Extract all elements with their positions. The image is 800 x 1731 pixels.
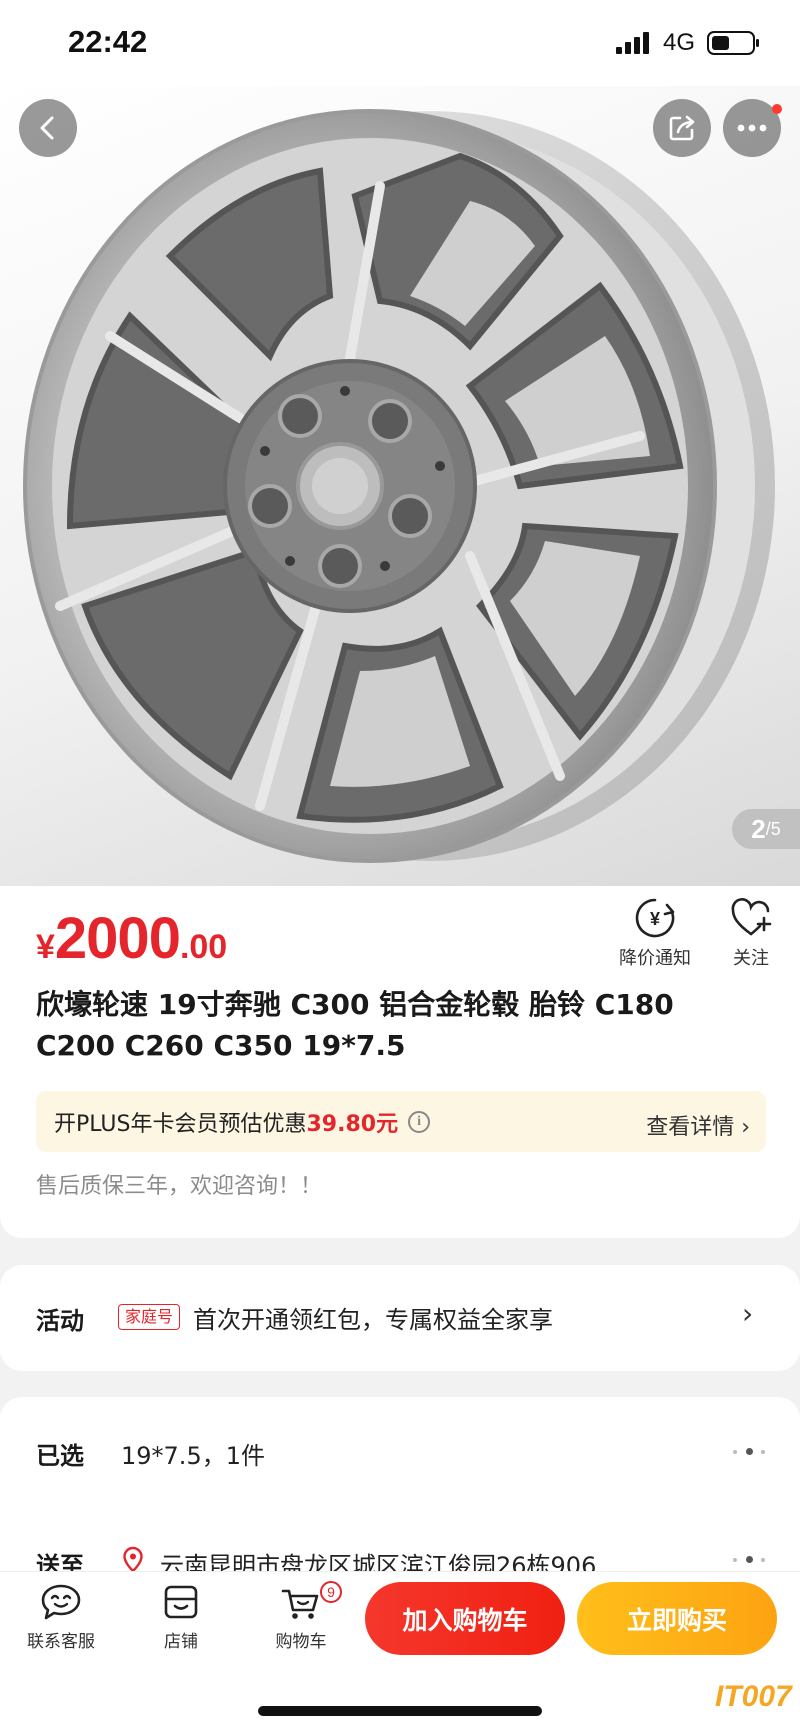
network-label: 4G [663, 29, 696, 56]
selected-more-icon[interactable] [733, 1448, 767, 1456]
price-currency: ¥ [36, 928, 55, 966]
cart-icon [281, 1589, 319, 1619]
store-label: 店铺 [164, 1632, 198, 1652]
heart-plus-icon [731, 898, 772, 936]
cart-count-badge: 9 [320, 1581, 342, 1603]
back-button[interactable] [19, 99, 77, 157]
location-pin-icon [123, 1546, 143, 1573]
battery-icon [707, 31, 759, 55]
price-drop-icon: ¥ [635, 898, 675, 938]
family-badge: 家庭号 [118, 1304, 181, 1330]
customer-service-label: 联系客服 [27, 1632, 95, 1652]
add-to-cart-button[interactable]: 加入购物车 [365, 1582, 565, 1655]
buy-now-button[interactable]: 立即购买 [577, 1582, 777, 1655]
watermark-logo: IT007 [715, 1680, 792, 1713]
more-dots-icon [737, 124, 767, 132]
product-title: 欣壕轮速 19寸奔驰 C300 铝合金轮毂 胎铃 C180 C200 C260 … [36, 988, 674, 1062]
product-detail-page: 22:42 4G 2 /5 ¥2000.00 ¥ 降价通知 关注 欣壕轮速 19… [0, 0, 800, 1731]
customer-service-tab[interactable]: 联系客服 [22, 1583, 100, 1652]
activity-text: 首次开通领红包，专属权益全家享 [193, 1306, 553, 1334]
price-decimal: .00 [179, 928, 228, 966]
price-alert-button[interactable]: ¥ 降价通知 [618, 896, 692, 970]
product-image-gallery[interactable] [0, 86, 800, 886]
ship-more-icon[interactable] [733, 1556, 767, 1564]
plus-member-banner[interactable]: 开PLUS年卡会员预估优惠 39.80元 i 查看详情 › [36, 1091, 766, 1152]
store-tab[interactable]: 店铺 [142, 1583, 220, 1652]
image-counter-total: /5 [765, 818, 781, 839]
after-sale-note: 售后质保三年，欢迎咨询！！ [36, 1174, 323, 1199]
price-integer: 2000 [54, 906, 181, 971]
plus-detail-link[interactable]: 查看详情 › [646, 1109, 750, 1141]
chevron-left-icon [40, 116, 54, 140]
cart-icon-wrap: 9 [280, 1581, 342, 1621]
selected-value[interactable]: 19*7.5，1件 [121, 1436, 265, 1471]
cart-tab[interactable]: 9 购物车 [262, 1581, 342, 1652]
notification-dot [772, 104, 782, 114]
follow-button[interactable]: 关注 [720, 896, 782, 970]
plus-text: 开PLUS年卡会员预估优惠 [54, 1111, 307, 1137]
share-button[interactable] [653, 99, 711, 157]
home-indicator[interactable] [258, 1706, 542, 1716]
selected-label: 已选 [36, 1442, 84, 1470]
image-counter: 2 /5 [732, 809, 800, 849]
image-counter-current: 2 [751, 813, 766, 844]
info-icon[interactable]: i [408, 1110, 431, 1133]
status-time: 22:42 [68, 24, 148, 59]
cart-label: 购物车 [275, 1632, 327, 1652]
price-alert-label: 降价通知 [619, 948, 691, 969]
share-icon [669, 115, 695, 141]
signal-icon [616, 32, 649, 54]
chat-face-icon [41, 1584, 81, 1620]
activity-chevron[interactable]: › [742, 1297, 753, 1330]
status-bar: 22:42 4G [0, 0, 800, 86]
svg-text:¥: ¥ [650, 909, 660, 929]
store-icon [164, 1585, 198, 1619]
plus-amount: 39.80元 [306, 1111, 399, 1137]
activity-label: 活动 [36, 1307, 84, 1335]
price: ¥2000.00 [36, 905, 227, 972]
wheel-image [23, 109, 775, 863]
follow-label: 关注 [733, 948, 769, 969]
